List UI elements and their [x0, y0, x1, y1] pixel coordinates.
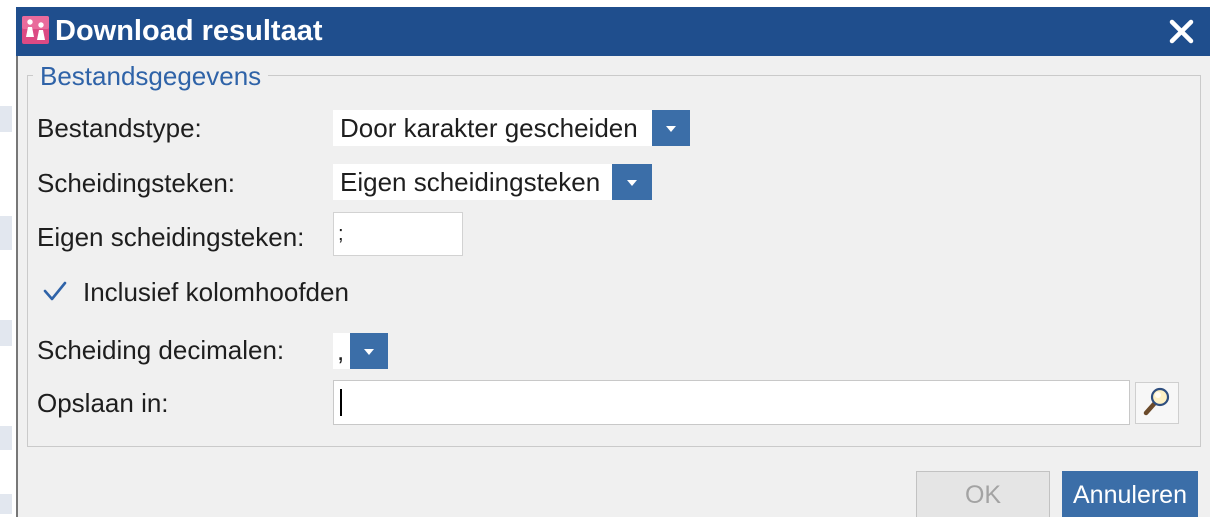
separator-label: Scheidingsteken: — [37, 168, 236, 198]
background-window-fragment — [0, 216, 12, 250]
background-window-fragment — [0, 426, 12, 450]
separator-dropdown-button[interactable] — [612, 164, 652, 200]
separator-select[interactable]: Eigen scheidingsteken — [333, 164, 652, 200]
decimal-separator-label: Scheiding decimalen: — [37, 335, 285, 365]
file-type-select[interactable]: Door karakter gescheiden — [333, 110, 690, 146]
background-window-fragment — [0, 494, 12, 514]
custom-separator-input[interactable]: ; — [333, 212, 463, 256]
separator-select-value: Eigen scheidingsteken — [340, 167, 601, 197]
save-in-label: Opslaan in: — [37, 388, 169, 418]
chevron-down-icon — [627, 173, 637, 191]
include-headers-checkbox[interactable] — [40, 278, 70, 308]
decimal-separator-dropdown-button[interactable] — [350, 333, 388, 369]
custom-separator-value: ; — [338, 223, 344, 245]
checkmark-icon — [43, 281, 67, 301]
decimal-separator-select-value: , — [337, 336, 345, 366]
save-in-input[interactable] — [333, 380, 1130, 425]
cancel-button[interactable]: Annuleren — [1062, 471, 1198, 517]
file-type-dropdown-button[interactable] — [652, 110, 690, 146]
decimal-separator-select[interactable]: , — [333, 333, 388, 369]
background-window-fragment — [0, 106, 12, 132]
fieldset-legend: Bestandsgegevens — [33, 61, 269, 91]
include-headers-label[interactable]: Inclusief kolomhoofden — [83, 277, 349, 307]
file-type-select-value: Door karakter gescheiden — [340, 113, 638, 143]
ok-button[interactable]: OK — [916, 471, 1050, 517]
browse-button[interactable] — [1135, 382, 1179, 424]
screen: Download resultaat Bestandsgegevens Best… — [0, 0, 1210, 517]
custom-separator-label: Eigen scheidingsteken: — [37, 222, 305, 252]
close-icon[interactable] — [1168, 18, 1196, 46]
text-caret — [340, 389, 342, 416]
file-type-label: Bestandstype: — [37, 113, 202, 143]
chevron-down-icon — [364, 342, 374, 360]
app-logo-icon — [22, 16, 49, 44]
chevron-down-icon — [666, 119, 676, 137]
magnifier-icon — [1142, 386, 1172, 421]
dialog-title: Download resultaat — [55, 15, 323, 47]
background-window-fragment — [0, 320, 12, 346]
